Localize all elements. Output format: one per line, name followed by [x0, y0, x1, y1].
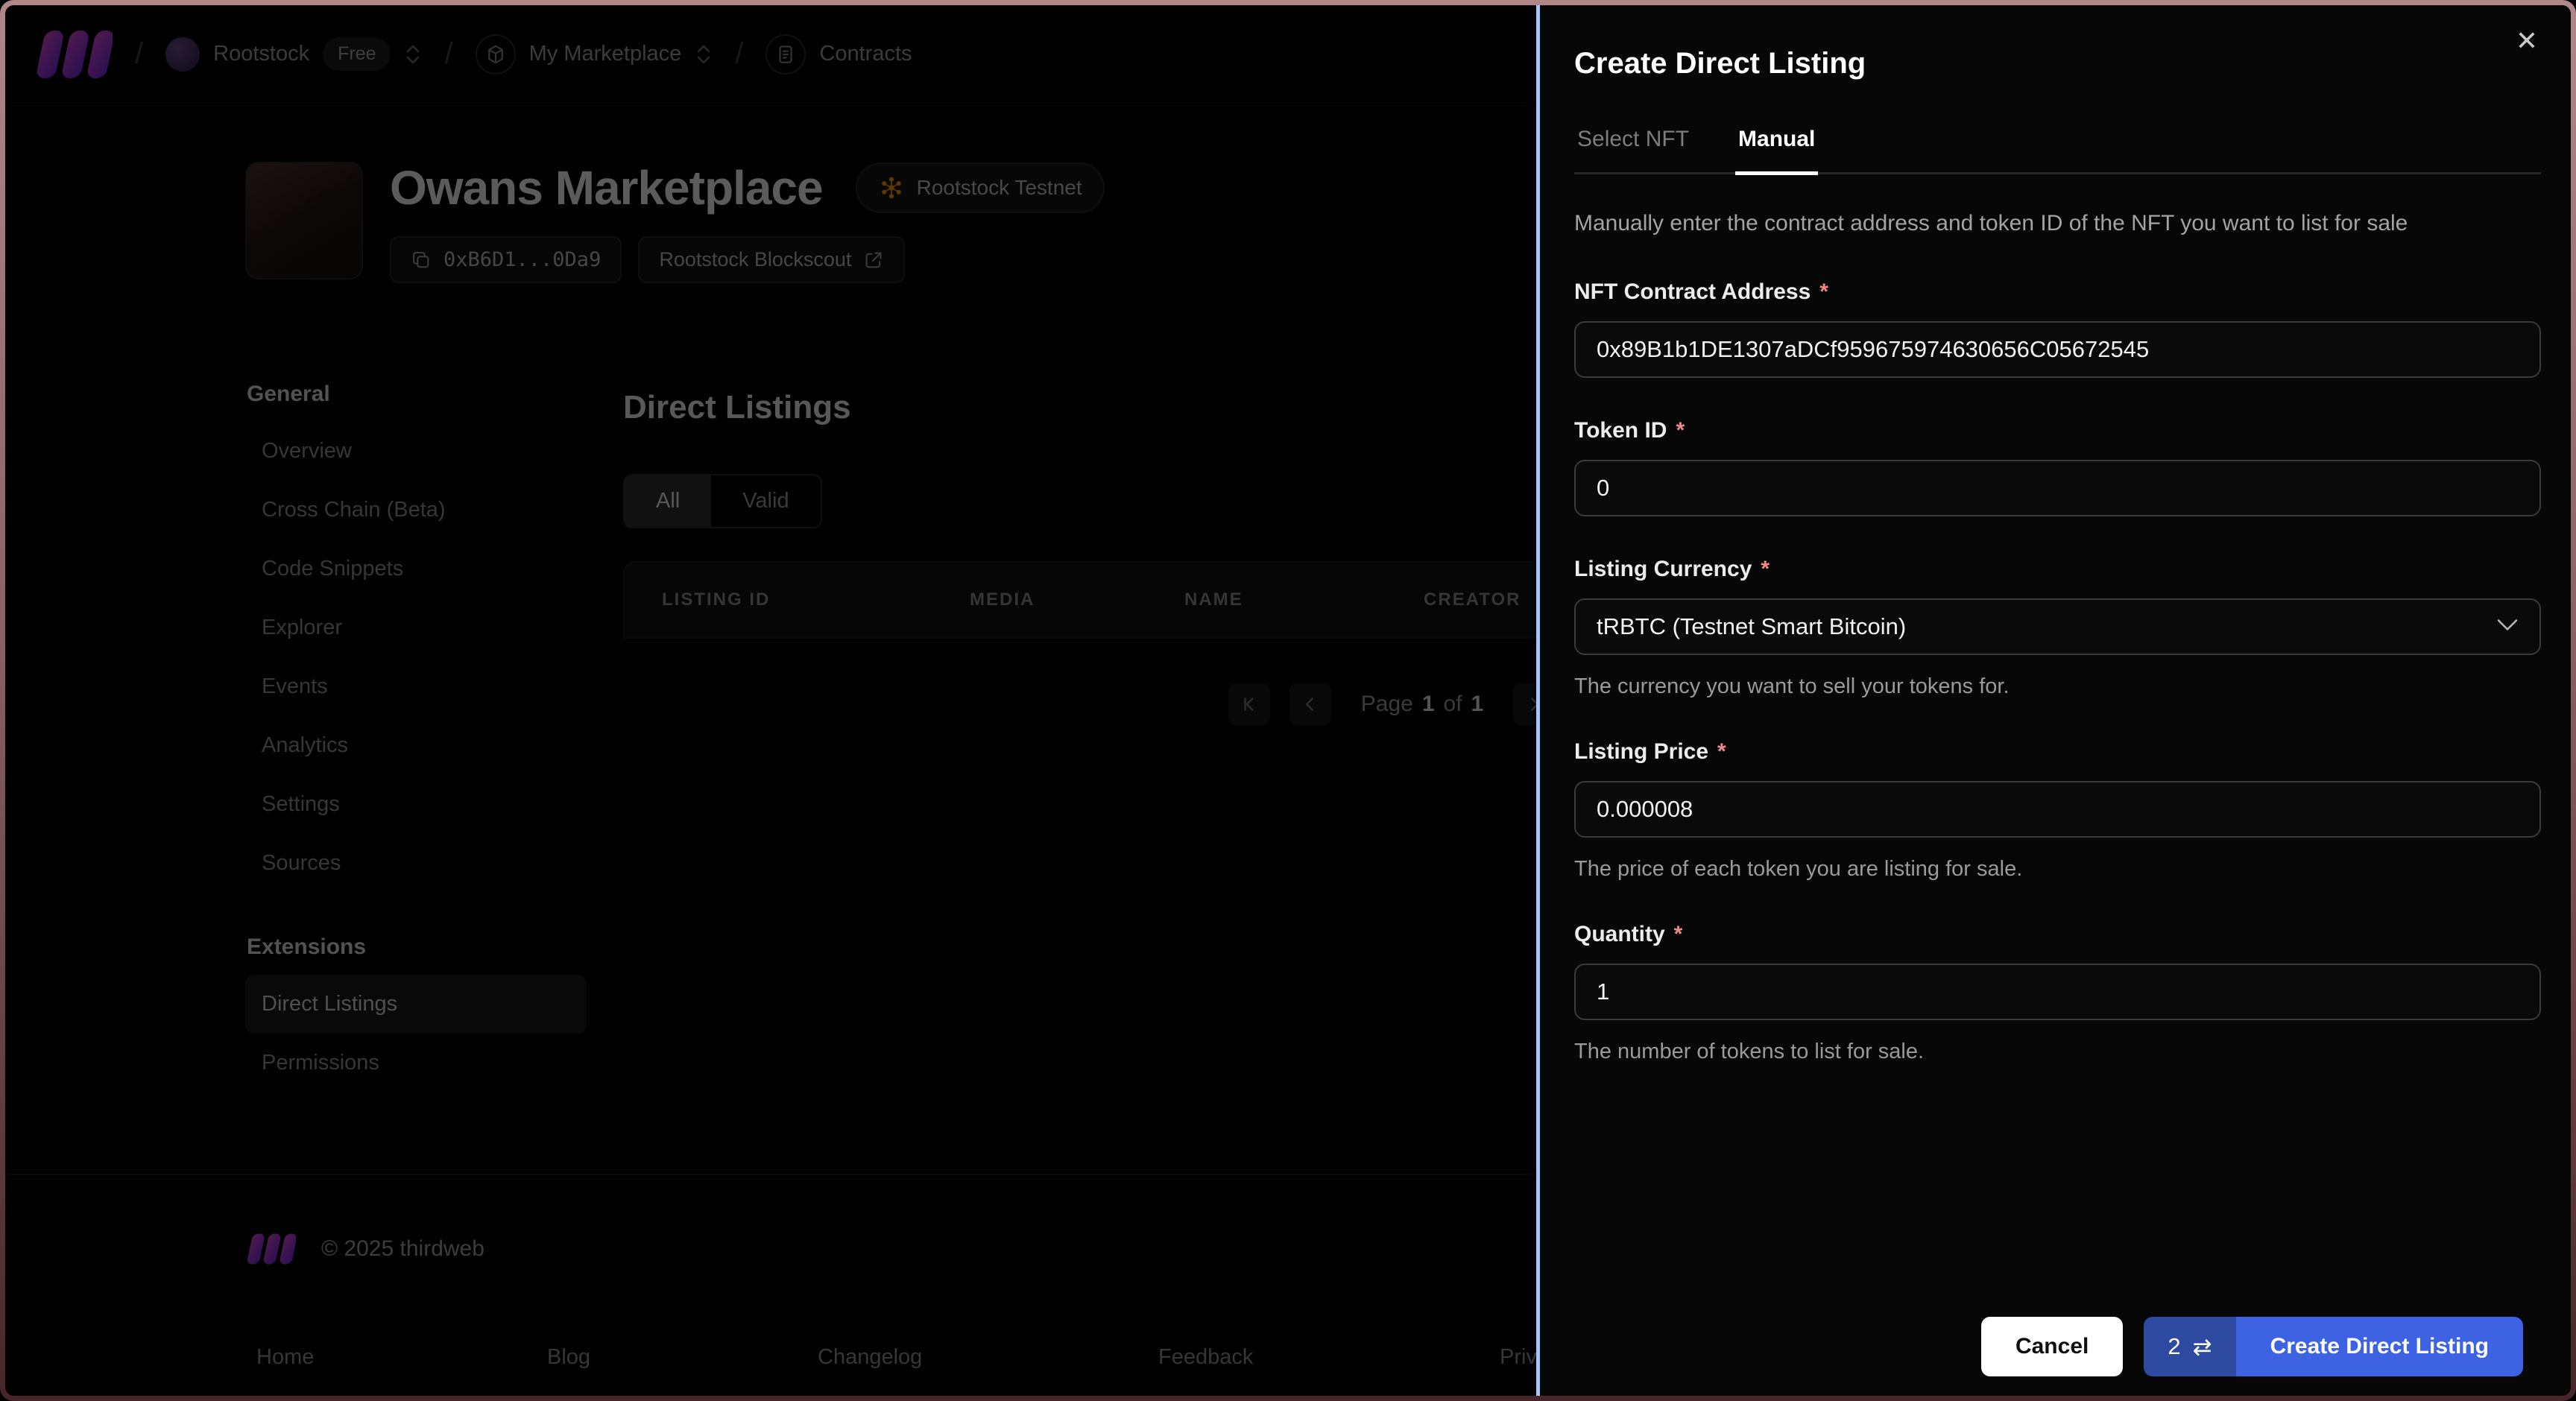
close-icon[interactable]: ✕ [2516, 28, 2538, 54]
tab-manual[interactable]: Manual [1735, 127, 1819, 175]
field-label: Listing Currency [1574, 556, 1752, 581]
field-label: Listing Price [1574, 739, 1709, 764]
transaction-count-button[interactable]: 2 ⇄ [2144, 1317, 2236, 1376]
field-nft-contract-address: NFT Contract Address * [1574, 279, 2541, 378]
transaction-count: 2 [2168, 1333, 2181, 1359]
drawer-actions: Cancel 2 ⇄ Create Direct Listing [1980, 1317, 2523, 1376]
required-asterisk: * [1761, 556, 1770, 581]
required-asterisk: * [1673, 921, 1683, 946]
field-label: Quantity [1574, 921, 1665, 946]
drawer-tabs: Select NFT Manual [1574, 127, 2541, 175]
field-label: NFT Contract Address [1574, 279, 1811, 304]
field-listing-price: Listing Price * The price of each token … [1574, 739, 2541, 882]
field-helper: The price of each token you are listing … [1574, 856, 2023, 881]
field-token-id: Token ID * [1574, 418, 2541, 516]
drawer-title: Create Direct Listing [1574, 47, 1866, 80]
submit-button-group: 2 ⇄ Create Direct Listing [2144, 1317, 2523, 1376]
field-helper: The number of tokens to list for sale. [1574, 1039, 1925, 1063]
listing-price-input[interactable] [1574, 780, 2541, 838]
quantity-input[interactable] [1574, 963, 2541, 1020]
swap-arrows-icon: ⇄ [2192, 1333, 2212, 1360]
selected-currency: tRBTC (Testnet Smart Bitcoin) [1597, 613, 1907, 639]
create-direct-listing-button[interactable]: Create Direct Listing [2235, 1317, 2523, 1376]
cancel-button[interactable]: Cancel [1980, 1317, 2124, 1376]
required-asterisk: * [1717, 739, 1726, 764]
listing-currency-select[interactable]: tRBTC (Testnet Smart Bitcoin) [1574, 598, 2541, 655]
chevron-down-icon [2496, 618, 2519, 635]
required-asterisk: * [1819, 279, 1828, 304]
field-quantity: Quantity * The number of tokens to list … [1574, 922, 2541, 1064]
tab-select-nft[interactable]: Select NFT [1574, 127, 1692, 175]
field-label: Token ID [1574, 417, 1667, 443]
screen: / Rootstock Free / My Marketplace [5, 5, 2571, 1396]
drawer-description: Manually enter the contract address and … [1574, 211, 2408, 235]
create-listing-drawer: ✕ Create Direct Listing Select NFT Manua… [1536, 5, 2571, 1396]
field-helper: The currency you want to sell your token… [1574, 674, 2010, 698]
nft-contract-address-input[interactable] [1574, 320, 2541, 378]
required-asterisk: * [1676, 417, 1685, 443]
window-frame: / Rootstock Free / My Marketplace [0, 0, 2576, 1401]
field-listing-currency: Listing Currency * tRBTC (Testnet Smart … [1574, 557, 2541, 699]
token-id-input[interactable] [1574, 459, 2541, 516]
